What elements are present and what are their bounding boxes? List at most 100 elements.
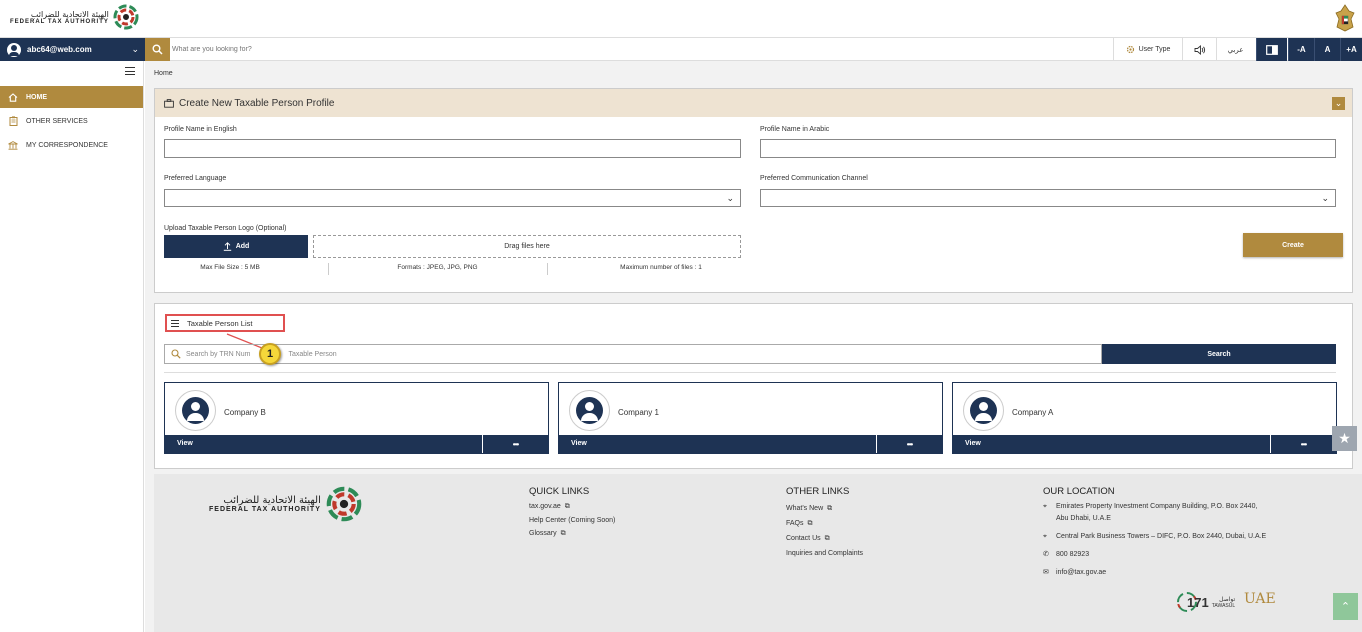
other-link-item[interactable]: Contact Us ⧉ xyxy=(786,531,863,546)
external-link-icon: ⧉ xyxy=(824,535,830,542)
company-avatar-icon xyxy=(569,390,610,431)
map-pin-icon: ⌖ xyxy=(1043,533,1047,540)
search-icon xyxy=(171,349,181,359)
clipboard-icon xyxy=(8,116,18,126)
view-button[interactable]: View xyxy=(965,440,981,447)
font-increase-button[interactable]: +A xyxy=(1340,38,1362,61)
our-location: OUR LOCATION ⌖ Emirates Property Investm… xyxy=(1043,486,1343,585)
more-options-button[interactable]: ••• xyxy=(876,435,942,453)
create-button[interactable]: Create xyxy=(1243,233,1343,257)
search-icon xyxy=(152,44,163,55)
global-search-button[interactable] xyxy=(145,38,170,61)
quick-link-item[interactable]: Glossary ⧉ xyxy=(529,528,615,540)
menu-toggle-icon[interactable] xyxy=(125,67,135,75)
other-link-item[interactable]: FAQs ⧉ xyxy=(786,516,863,531)
read-aloud-button[interactable] xyxy=(1182,38,1216,61)
view-button[interactable]: View xyxy=(177,440,193,447)
person-card[interactable]: Company 1 View ••• xyxy=(558,382,943,454)
sidebar-item-other-services[interactable]: OTHER SERVICES xyxy=(0,110,143,132)
file-dropzone[interactable]: Drag files here xyxy=(313,235,741,258)
scroll-to-top-icon[interactable]: ⌃︎ xyxy=(1333,593,1358,620)
font-normal-button[interactable]: A xyxy=(1314,38,1340,61)
taxable-person-list-header[interactable]: Taxable Person List xyxy=(165,314,285,332)
person-search-placeholder-end: Taxable Person xyxy=(288,350,337,358)
address-dubai: ⌖ Central Park Business Towers – DIFC, P… xyxy=(1043,531,1343,543)
card-footer: View ••• xyxy=(953,435,1336,453)
fta-emblem-icon xyxy=(113,4,139,30)
more-options-button[interactable]: ••• xyxy=(482,435,548,453)
user-menu[interactable]: abc64@web.com ⌄ xyxy=(0,38,145,61)
create-profile-title: Create New Taxable Person Profile xyxy=(179,97,335,109)
view-button[interactable]: View xyxy=(571,440,587,447)
tawasul-logo[interactable]: 171 تواصل TAWASUL xyxy=(1176,591,1235,613)
profile-name-ar-input[interactable] xyxy=(760,139,1336,158)
contact-email[interactable]: ✉ info@tax.gov.ae xyxy=(1043,567,1343,579)
map-pin-icon: ⌖ xyxy=(1043,503,1047,510)
user-type-label: User Type xyxy=(1138,46,1171,53)
max-file-size-text: Max File Size : 5 MB xyxy=(200,264,260,271)
create-profile-header[interactable]: Create New Taxable Person Profile ⌄ xyxy=(155,89,1352,117)
sidebar-item-label: OTHER SERVICES xyxy=(26,117,88,125)
uae-logo[interactable]: UAE xyxy=(1244,591,1276,607)
fta-logo-english: FEDERAL TAX AUTHORITY xyxy=(10,18,109,25)
mail-icon: ✉ xyxy=(1043,569,1049,576)
add-file-button[interactable]: Add xyxy=(164,235,308,258)
profile-name-en-input[interactable] xyxy=(164,139,741,158)
person-search-placeholder-start: Search by TRN Num xyxy=(186,350,251,358)
tawasul-arabic: تواصل xyxy=(1219,595,1236,603)
quick-link-item[interactable]: tax.gov.ae ⧉ xyxy=(529,501,615,513)
uae-emblem-icon xyxy=(1335,4,1355,32)
taxable-person-list-title: Taxable Person List xyxy=(187,318,253,328)
top-logo-bar: الهيئة الاتحادية للضرائب FEDERAL TAX AUT… xyxy=(0,0,1362,37)
chevron-down-icon: ⌄ xyxy=(1321,193,1329,203)
gear-icon xyxy=(1126,45,1134,54)
fta-logo[interactable]: الهيئة الاتحادية للضرائب FEDERAL TAX AUT… xyxy=(10,4,139,30)
quick-link-item[interactable]: Help Center (Coming Soon) xyxy=(529,513,615,528)
create-profile-panel: Create New Taxable Person Profile ⌄ Prof… xyxy=(154,88,1353,293)
list-divider xyxy=(164,372,1336,373)
other-links: OTHER LINKS What's New ⧉ FAQs ⧉ Contact Us… xyxy=(786,486,863,561)
sidebar-item-my-correspondence[interactable]: MY CORRESPONDENCE xyxy=(0,134,143,156)
company-avatar-icon xyxy=(175,390,216,431)
company-name: Company 1 xyxy=(618,408,659,417)
font-decrease-button[interactable]: -A xyxy=(1288,38,1314,61)
global-search-input[interactable] xyxy=(172,40,1072,59)
other-link-item[interactable]: Inquiries and Complaints xyxy=(786,546,863,561)
meta-divider xyxy=(328,263,329,275)
preferred-language-select[interactable]: ⌄ xyxy=(164,189,741,207)
sidebar-item-label: HOME xyxy=(26,93,47,101)
taxable-person-list-panel: Taxable Person List Search by TRN Num Ta… xyxy=(154,303,1353,469)
contrast-icon xyxy=(1266,44,1278,55)
person-card[interactable]: Company A View ••• xyxy=(952,382,1337,454)
fta-emblem-icon xyxy=(326,486,362,522)
more-options-button[interactable]: ••• xyxy=(1270,435,1336,453)
star-icon[interactable]: ★ xyxy=(1332,426,1357,451)
person-search-button[interactable]: Search xyxy=(1102,344,1336,364)
quick-links-title: QUICK LINKS xyxy=(529,486,590,497)
meta-divider xyxy=(547,263,548,275)
preferred-channel-select[interactable]: ⌄ xyxy=(760,189,1336,207)
chevron-down-icon[interactable]: ⌄ xyxy=(1332,97,1345,110)
sidebar-item-home[interactable]: HOME xyxy=(0,86,143,108)
home-icon xyxy=(8,92,18,102)
user-type-button[interactable]: User Type xyxy=(1113,38,1182,61)
contrast-toggle[interactable] xyxy=(1256,38,1287,61)
person-card[interactable]: Company B View ••• xyxy=(164,382,549,454)
external-link-icon: ⧉ xyxy=(827,505,833,512)
max-files-text: Maximum number of files : 1 xyxy=(620,264,702,271)
phone-icon: ✆ xyxy=(1043,551,1049,558)
external-link-icon: ⧉ xyxy=(807,520,813,527)
person-search-input[interactable]: Search by TRN Num Taxable Person xyxy=(164,344,1102,364)
external-link-icon: ⧉ xyxy=(560,530,566,537)
language-toggle[interactable]: عربي xyxy=(1216,38,1254,61)
breadcrumb[interactable]: Home xyxy=(154,70,173,77)
other-links-title: OTHER LINKS xyxy=(786,486,850,497)
chevron-down-icon: ⌄ xyxy=(131,44,139,54)
main-content: Home Create New Taxable Person Profile ⌄… xyxy=(145,61,1362,632)
footer-fta-logo[interactable]: الهيئة الاتحادية للضرائب FEDERAL TAX AUT… xyxy=(209,486,362,522)
other-link-item[interactable]: What's New ⧉ xyxy=(786,501,863,516)
add-file-label: Add xyxy=(235,243,250,250)
address-abu-dhabi: ⌖ Emirates Property Investment Company B… xyxy=(1043,501,1343,525)
speaker-icon xyxy=(1194,44,1205,55)
phone-number[interactable]: ✆ 800 82923 xyxy=(1043,549,1343,561)
